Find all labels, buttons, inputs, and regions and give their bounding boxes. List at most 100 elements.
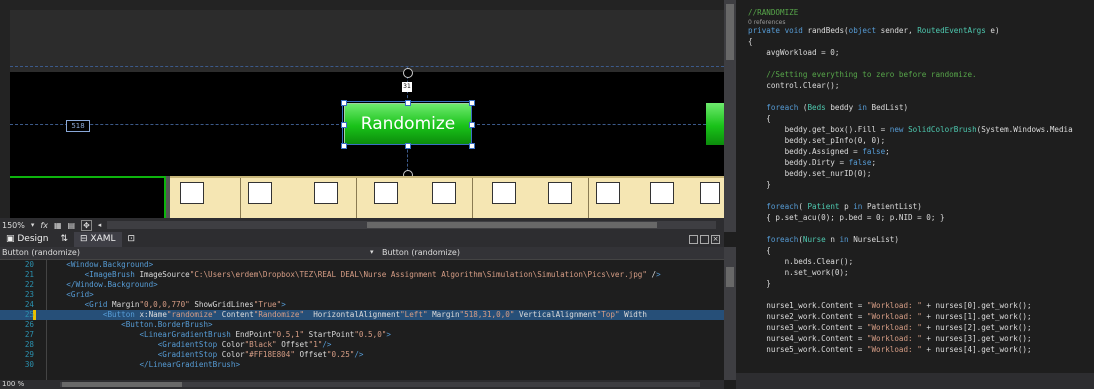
navigation-bar: Button (randomize) ▾ Button (randomize): [0, 247, 724, 260]
bed-box[interactable]: [180, 182, 204, 204]
code-line: beddy.set_pInfo(0, 0);: [748, 136, 886, 145]
code-text: <ImageBrush ImageSource"C:\Users\erdem\D…: [84, 270, 661, 279]
guide-line: [10, 66, 724, 67]
bed-box[interactable]: [650, 182, 674, 204]
xaml-zoom[interactable]: 100 %: [2, 380, 24, 388]
split-horizontal-icon[interactable]: [689, 235, 698, 244]
resize-handle[interactable]: [469, 122, 475, 128]
code-line: 0 references: [748, 19, 786, 26]
code-line: 28 <GradientStop Color"Black" Offset"1"/…: [0, 340, 332, 350]
element-selector-right[interactable]: Button (randomize): [382, 248, 460, 257]
next-button-partial[interactable]: [706, 103, 724, 145]
code-line: 24 <Grid Margin"0,0,0,770" ShowGridLines…: [0, 300, 286, 310]
code-text: <GradientStop Color"#FF18E804" Offset"0.…: [157, 350, 364, 359]
bed-box[interactable]: [492, 182, 516, 204]
snap-icon[interactable]: ▤: [68, 221, 76, 230]
line-number: 22: [24, 280, 34, 289]
design-hscrollbar[interactable]: [107, 221, 716, 229]
xaml-statusbar: 100 %: [0, 380, 724, 389]
line-number: 21: [24, 270, 34, 279]
bed-box[interactable]: [700, 182, 720, 204]
line-number: 27: [24, 330, 34, 339]
code-line: 20 <Window.Background>: [0, 260, 153, 270]
scroll-thumb[interactable]: [726, 267, 734, 287]
code-text: <GradientStop Color"Black" Offset"1"/>: [157, 340, 332, 349]
swap-panes-button[interactable]: ⇅: [54, 232, 74, 247]
resize-handle[interactable]: [469, 100, 475, 106]
resize-handle[interactable]: [469, 143, 475, 149]
code-text: </Window.Background>: [66, 280, 158, 289]
top-anchor-icon[interactable]: [403, 68, 413, 78]
nurse-panel-frame: [10, 176, 166, 218]
chevron-down-icon: ▾: [370, 248, 374, 256]
code-line: }: [748, 180, 771, 189]
scroll-thumb[interactable]: [726, 4, 734, 60]
collapse-pane-icon[interactable]: ⊡: [122, 232, 142, 247]
code-line: n.set_work(0);: [748, 268, 849, 277]
code-line: 29 <GradientStop Color"#FF18E804" Offset…: [0, 350, 364, 360]
xaml-vscrollbar[interactable]: [724, 247, 736, 380]
bed-divider: [240, 178, 241, 218]
code-text: </LinearGradientBrush>: [139, 360, 241, 369]
code-line: nurse1_work.Content = "Workload: " + nur…: [766, 301, 1032, 310]
bed-box[interactable]: [548, 182, 572, 204]
chevron-down-icon[interactable]: ▾: [31, 221, 35, 229]
grid-icon[interactable]: ▦: [54, 221, 62, 230]
code-line: nurse5_work.Content = "Workload: " + nur…: [766, 345, 1032, 354]
tab-xaml[interactable]: ⊟ XAML: [74, 232, 122, 247]
code-line: beddy.get_box().Fill = new SolidColorBru…: [784, 125, 1073, 134]
resize-handle[interactable]: [405, 100, 411, 106]
scroll-left-icon[interactable]: ◂: [98, 221, 102, 229]
design-toolbar: 150% ▾ fx ▦ ▤ ✥ ◂: [0, 218, 724, 232]
code-text: <Button.BorderBrush>: [121, 320, 213, 329]
window-top-area: [10, 10, 724, 72]
design-vscrollbar[interactable]: [724, 0, 736, 232]
code-line: avgWorkload = 0;: [748, 48, 840, 57]
xaml-icon: ⊟: [80, 234, 91, 244]
code-line: 26 <Button.BorderBrush>: [0, 320, 213, 330]
xaml-hscrollbar[interactable]: [60, 382, 700, 387]
bed-box[interactable]: [314, 182, 338, 204]
scroll-thumb[interactable]: [62, 382, 182, 387]
resize-handle[interactable]: [341, 122, 347, 128]
separator: [166, 176, 170, 218]
code-line: beddy.Assigned = false;: [784, 147, 890, 156]
scroll-thumb[interactable]: [367, 222, 658, 228]
bed-divider: [472, 178, 473, 218]
element-selector-left[interactable]: Button (randomize): [2, 248, 80, 257]
bed-box[interactable]: [432, 182, 456, 204]
csharp-code: //RANDOMIZE 0 references private void rand…: [748, 8, 1094, 368]
line-number: 20: [24, 260, 34, 269]
code-line: 27 <LinearGradientBrush EndPoint"0.5,1" …: [0, 330, 391, 340]
code-line: nurse3_work.Content = "Workload: " + nur…: [766, 323, 1032, 332]
csharp-editor[interactable]: //RANDOMIZE 0 references private void rand…: [736, 0, 1094, 373]
design-surface[interactable]: 31 518 Randomize: [0, 0, 724, 218]
left-margin-label: 518: [66, 120, 90, 132]
fx-icon[interactable]: fx: [40, 221, 48, 230]
artboard-icon[interactable]: ✥: [81, 219, 92, 231]
zoom-level[interactable]: 150%: [2, 221, 25, 230]
code-line: 21 <ImageBrush ImageSource"C:\Users\erde…: [0, 270, 661, 280]
bed-divider: [356, 178, 357, 218]
code-text: <Button x:Name"randomize" Content"Random…: [102, 310, 648, 319]
line-number: 26: [24, 320, 34, 329]
code-line: 23 <Grid>: [0, 290, 94, 300]
line-number: 30: [24, 360, 34, 369]
margin-guide-right: [472, 124, 706, 125]
code-line: foreach (Beds beddy in BedList): [766, 103, 909, 112]
bed-box[interactable]: [596, 182, 620, 204]
tab-design[interactable]: ▣ Design: [0, 232, 54, 247]
bed-box[interactable]: [248, 182, 272, 204]
split-vertical-icon[interactable]: [700, 235, 709, 244]
code-text: <Grid>: [66, 290, 94, 299]
resize-handle[interactable]: [341, 100, 347, 106]
code-line: nurse2_work.Content = "Workload: " + nur…: [766, 312, 1032, 321]
xaml-code: 20 <Window.Background> 21 <ImageBrush Ima…: [0, 260, 724, 380]
resize-handle[interactable]: [405, 143, 411, 149]
line-number: 24: [24, 300, 34, 309]
xaml-editor[interactable]: 20 <Window.Background> 21 <ImageBrush Ima…: [0, 260, 724, 380]
bed-box[interactable]: [374, 182, 398, 204]
close-pane-icon[interactable]: ×: [711, 235, 720, 244]
code-line: foreach( Patient p in PatientList): [766, 202, 922, 211]
resize-handle[interactable]: [341, 143, 347, 149]
